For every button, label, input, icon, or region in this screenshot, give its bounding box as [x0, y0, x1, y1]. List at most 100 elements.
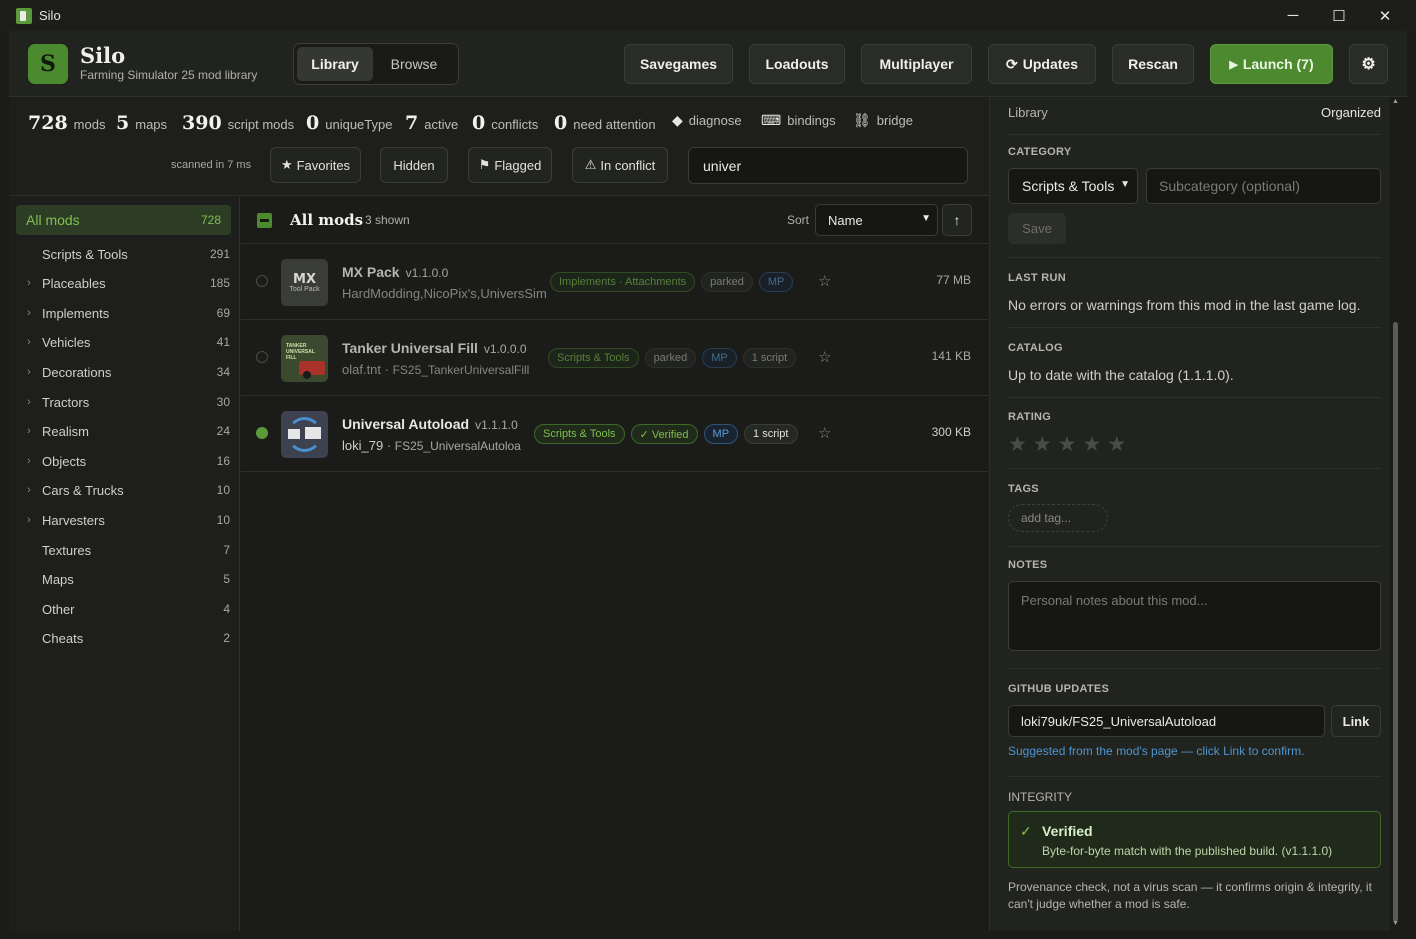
- enable-toggle[interactable]: [256, 275, 268, 287]
- app-icon: [16, 7, 32, 24]
- favorites-filter[interactable]: ★ Favorites: [270, 147, 361, 183]
- table-row[interactable]: Universal Autoload v1.1.1.0 loki_79 · FS2…: [241, 396, 988, 472]
- diamond-icon: ◆: [672, 112, 683, 128]
- sidebar-item-realism[interactable]: › Realism 24: [16, 417, 231, 445]
- sidebar-item-tractors[interactable]: › Tractors 30: [16, 388, 231, 416]
- github-repo-input[interactable]: loki79uk/FS25_UniversalAutoload: [1008, 705, 1325, 737]
- scroll-down-icon[interactable]: ▼: [1392, 920, 1399, 927]
- multiplayer-button[interactable]: Multiplayer: [861, 44, 972, 84]
- savegames-button[interactable]: Savegames: [624, 44, 733, 84]
- hidden-filter[interactable]: Hidden: [380, 147, 448, 183]
- play-icon: ▶: [1229, 58, 1238, 71]
- sort-label: Sort: [787, 213, 810, 227]
- table-row[interactable]: TANKER UNIVERSAL FILL Tanker Universal F…: [241, 320, 988, 396]
- verified-status: ✓ Verified Byte-for-byte match with the …: [1008, 811, 1381, 868]
- search-input[interactable]: [688, 147, 968, 184]
- stat-need-attention[interactable]: 0 need attention: [554, 112, 656, 134]
- launch-button[interactable]: ▶ Launch (7): [1210, 44, 1333, 84]
- sidebar-item-maps[interactable]: Maps 5: [16, 565, 231, 593]
- mod-size: 300 KB: [931, 425, 971, 439]
- chevron-right-icon: ›: [27, 455, 31, 467]
- refresh-icon: ⟳: [1006, 55, 1018, 72]
- star-icon: ★: [280, 157, 293, 172]
- chevron-right-icon: ›: [27, 277, 31, 289]
- add-tag-input[interactable]: add tag...: [1008, 504, 1108, 532]
- enable-toggle[interactable]: [256, 427, 268, 439]
- provenance-note: Provenance check, not a virus scan — it …: [1008, 880, 1372, 911]
- star-icon[interactable]: ★: [1033, 433, 1058, 456]
- sidebar-item-vehicles[interactable]: › Vehicles 41: [16, 328, 231, 356]
- title-bar: Silo ─ ☐ ✕: [0, 0, 1416, 31]
- detail-scrollbar[interactable]: ▲ ▼: [1390, 97, 1400, 931]
- diagnose-link[interactable]: ◆ diagnose: [672, 112, 742, 129]
- stat-unique-type[interactable]: 0 uniqueType: [306, 112, 392, 134]
- github-suggestion[interactable]: Suggested from the mod's page — click Li…: [1008, 744, 1304, 758]
- in-conflict-filter[interactable]: ⚠ In conflict: [572, 147, 668, 183]
- stat-script-mods: 390 script mods: [182, 112, 295, 134]
- flagged-filter[interactable]: ⚑ Flagged: [468, 147, 552, 183]
- mp-tag: MP: [758, 272, 794, 292]
- sidebar-item-placeables[interactable]: › Placeables 185: [16, 269, 231, 297]
- warning-icon: ⚠: [584, 157, 597, 172]
- brand-name: Silo: [80, 43, 126, 68]
- updates-button[interactable]: ⟳ Updates: [988, 44, 1096, 84]
- tab-browse[interactable]: Browse: [373, 47, 455, 81]
- mod-thumbnail: [281, 411, 328, 458]
- sidebar-item-decorations[interactable]: › Decorations 34: [16, 358, 231, 386]
- sidebar-item-cheats[interactable]: Cheats 2: [16, 624, 231, 652]
- favorite-star-icon[interactable]: ☆: [818, 348, 831, 366]
- star-icon[interactable]: ★: [1008, 433, 1033, 456]
- sidebar-item-cars-trucks[interactable]: › Cars & Trucks 10: [16, 476, 231, 504]
- scroll-up-icon[interactable]: ▲: [1392, 98, 1399, 105]
- enable-toggle[interactable]: [256, 351, 268, 363]
- scroll-thumb[interactable]: [1393, 322, 1398, 922]
- settings-button[interactable]: ⚙: [1349, 44, 1388, 84]
- star-icon[interactable]: ★: [1082, 433, 1107, 456]
- subcategory-input[interactable]: Subcategory (optional): [1146, 168, 1381, 204]
- savegames-label: Savegames: [639, 56, 718, 72]
- loadouts-button[interactable]: Loadouts: [749, 44, 845, 84]
- rescan-button[interactable]: Rescan: [1112, 44, 1194, 84]
- notes-textarea[interactable]: Personal notes about this mod...: [1008, 581, 1381, 651]
- category-sidebar: All mods 728 Scripts & Tools 291 › Placeab…: [9, 197, 240, 931]
- sidebar-item-scripts-tools[interactable]: Scripts & Tools 291: [16, 240, 231, 268]
- mod-size: 141 KB: [931, 349, 971, 363]
- stats-bar: 728 mods 5 maps 390 script mods 0 uniqueType…: [9, 98, 988, 196]
- bindings-link[interactable]: ⌨ bindings: [761, 112, 836, 129]
- view-switcher: Library Browse: [293, 43, 459, 85]
- sidebar-item-objects[interactable]: › Objects 16: [16, 447, 231, 475]
- sidebar-item-textures[interactable]: Textures 7: [16, 536, 231, 564]
- sidebar-item-harvesters[interactable]: › Harvesters 10: [16, 506, 231, 534]
- select-all-checkbox[interactable]: [257, 213, 272, 228]
- sidebar-item-all-mods[interactable]: All mods 728: [16, 205, 231, 235]
- rating-stars[interactable]: ★★★★★: [1008, 432, 1381, 457]
- sort-select[interactable]: Name ▼: [815, 204, 938, 236]
- close-button[interactable]: ✕: [1362, 0, 1408, 31]
- category-select[interactable]: Scripts & Tools ▼: [1008, 168, 1138, 204]
- save-button[interactable]: Save: [1008, 213, 1066, 244]
- mod-tags: Implements · Attachments parked MP: [550, 272, 794, 292]
- link-button[interactable]: Link: [1331, 705, 1381, 737]
- keyboard-icon: ⌨: [761, 112, 782, 128]
- list-title: All mods: [290, 211, 364, 229]
- star-icon[interactable]: ★: [1107, 433, 1132, 456]
- minimize-button[interactable]: ─: [1270, 0, 1316, 31]
- favorite-star-icon[interactable]: ☆: [818, 424, 831, 442]
- sidebar-item-implements[interactable]: › Implements 69: [16, 299, 231, 327]
- favorite-star-icon[interactable]: ☆: [818, 272, 831, 290]
- maximize-button[interactable]: ☐: [1316, 0, 1362, 31]
- tab-library[interactable]: Library: [297, 47, 373, 81]
- rating-heading: RATING: [1008, 411, 1052, 423]
- stat-active[interactable]: 7 active: [405, 112, 458, 134]
- star-icon[interactable]: ★: [1058, 433, 1083, 456]
- last-run-heading: LAST RUN: [1008, 272, 1067, 284]
- table-row[interactable]: MX Tool Pack MX Pack v1.1.0.0 HardModding…: [241, 244, 988, 320]
- sort-direction-button[interactable]: ↑: [942, 204, 972, 236]
- scan-time: scanned in 7 ms: [171, 159, 252, 171]
- sidebar-item-other[interactable]: Other 4: [16, 595, 231, 623]
- stat-mods: 728 mods: [28, 112, 106, 134]
- bridge-link[interactable]: ⛓ bridge: [853, 112, 913, 129]
- category-tag: Scripts & Tools: [534, 424, 625, 444]
- stat-conflicts[interactable]: 0 conflicts: [472, 112, 538, 134]
- app-header: S Silo Farming Simulator 25 mod library …: [9, 31, 1407, 97]
